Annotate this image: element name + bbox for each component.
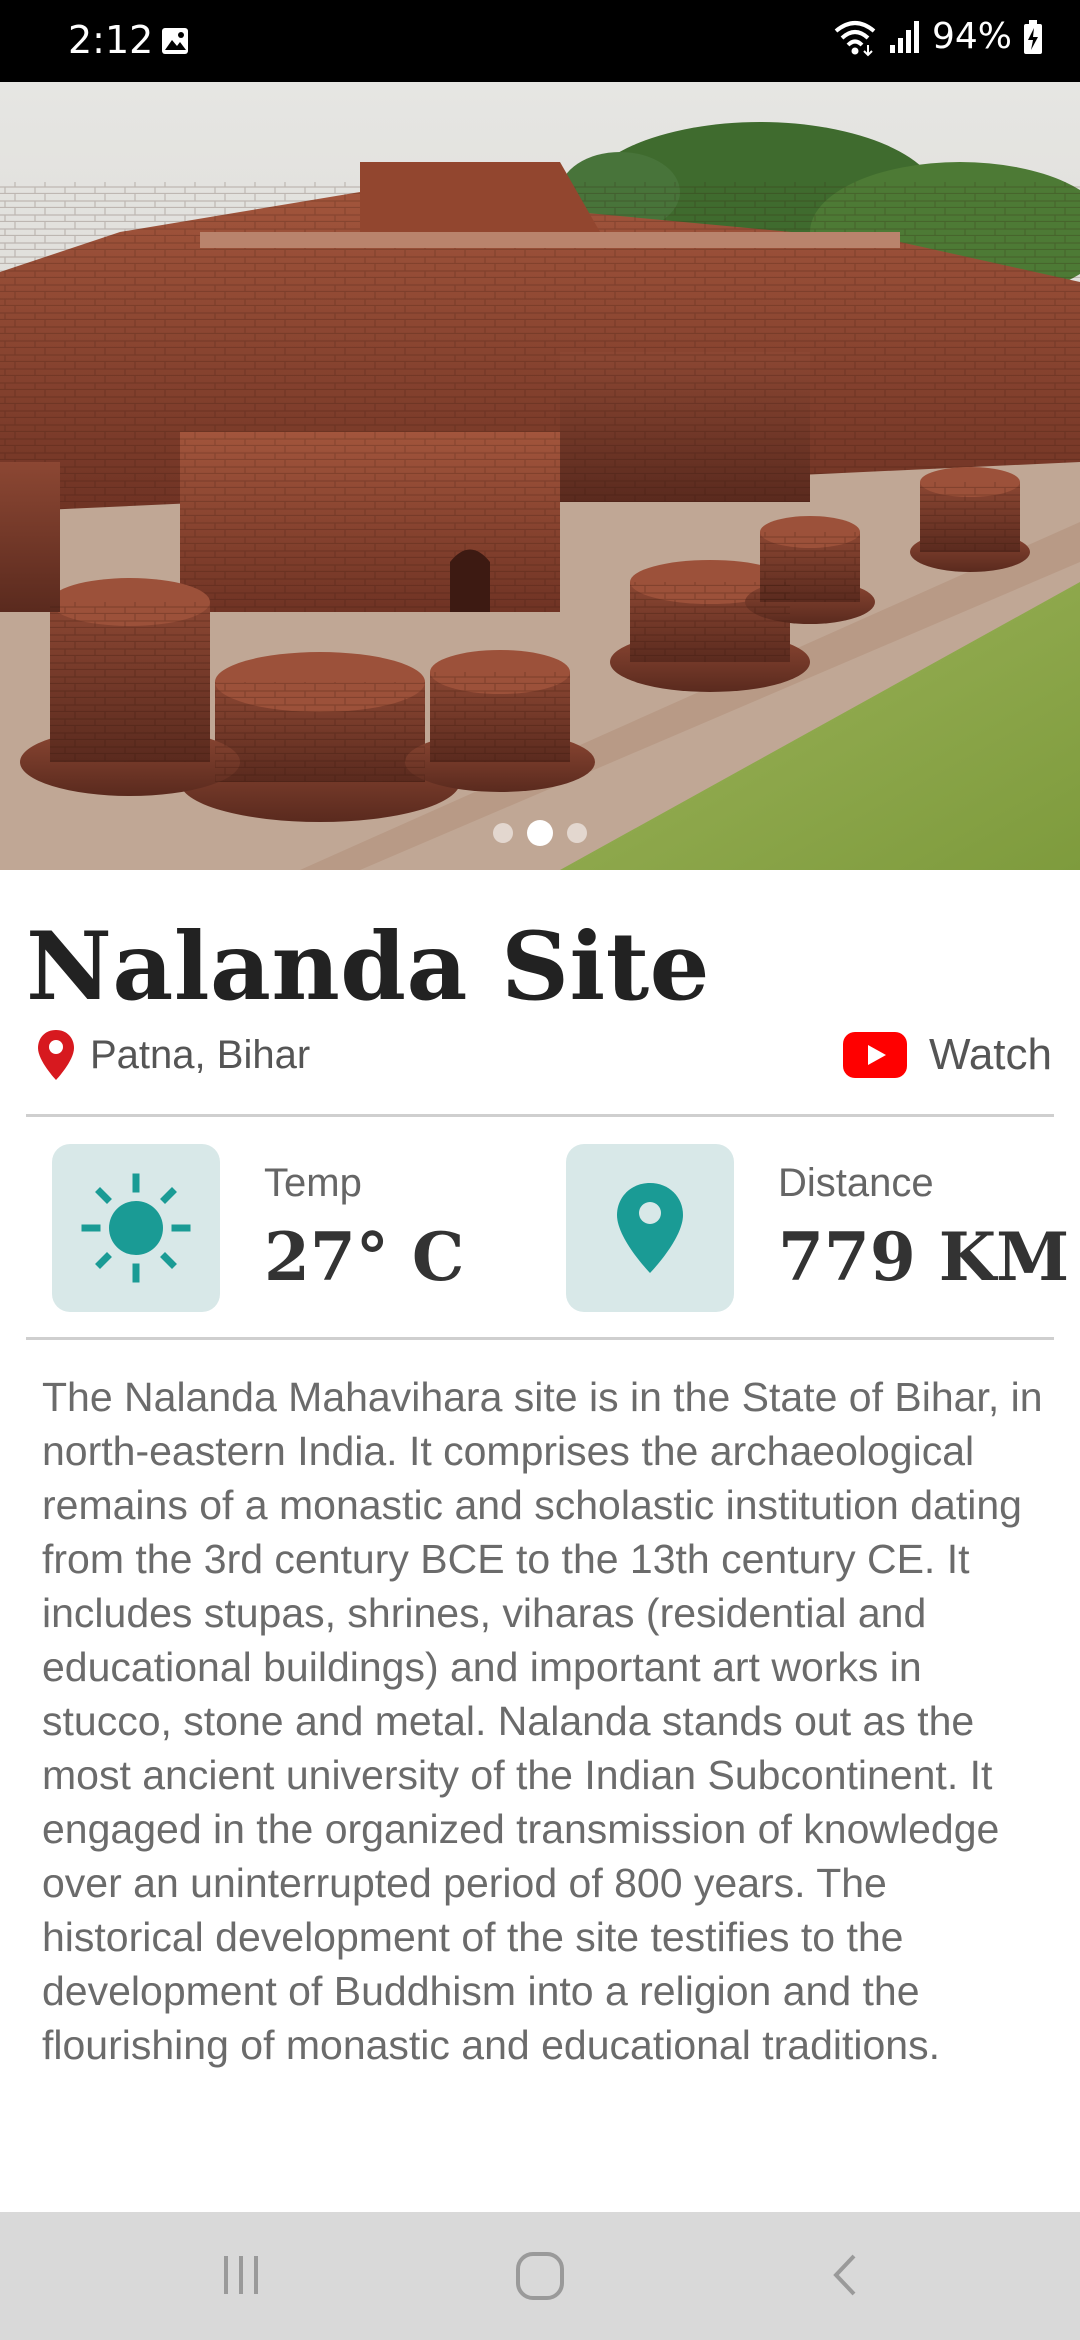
watch-label: Watch [928, 1030, 1052, 1079]
map-pin-icon [617, 1183, 683, 1273]
temp-label: Temp [264, 1160, 362, 1205]
site-title: Nalanda Site [26, 912, 710, 1022]
distance-icon-tile [566, 1144, 734, 1312]
navigation-bar [0, 2212, 1080, 2340]
temp-info: Temp 27° C [52, 1144, 464, 1312]
nalanda-ruins-photo [0, 82, 1080, 870]
location-pin-icon [38, 1030, 74, 1080]
carousel-dot[interactable] [567, 823, 587, 843]
distance-value: 779 KM [778, 1217, 1070, 1296]
status-bar: 2:12 94% [0, 0, 1080, 82]
gallery-icon [162, 28, 188, 54]
carousel-indicator[interactable] [0, 820, 1080, 846]
battery-percent: 94% [931, 16, 1012, 57]
distance-info: Distance 779 KM [566, 1144, 1069, 1312]
temp-value: 27° C [264, 1217, 465, 1296]
signal-icon [889, 20, 919, 53]
home-button[interactable] [514, 2250, 566, 2302]
site-description: The Nalanda Mahavihara site is in the St… [42, 1374, 1043, 2068]
status-right: 94% [832, 16, 1044, 57]
location-text: Patna, Bihar [90, 1032, 311, 1077]
status-time: 2:12 [68, 18, 154, 62]
sun-icon [81, 1173, 191, 1283]
recent-apps-button[interactable] [216, 2250, 266, 2300]
carousel-dot[interactable] [493, 823, 513, 843]
temp-icon-tile [52, 1144, 220, 1312]
watch-button[interactable]: Watch [842, 1030, 1052, 1080]
divider [26, 1337, 1054, 1340]
divider [26, 1114, 1054, 1117]
distance-label: Distance [778, 1160, 934, 1205]
back-button[interactable] [826, 2250, 866, 2300]
youtube-icon [842, 1032, 907, 1078]
battery-icon [1024, 19, 1042, 54]
wifi-icon [834, 20, 876, 56]
carousel-dot-active[interactable] [527, 820, 553, 846]
hero-image[interactable] [0, 82, 1080, 870]
site-location: Patna, Bihar [36, 1028, 310, 1082]
